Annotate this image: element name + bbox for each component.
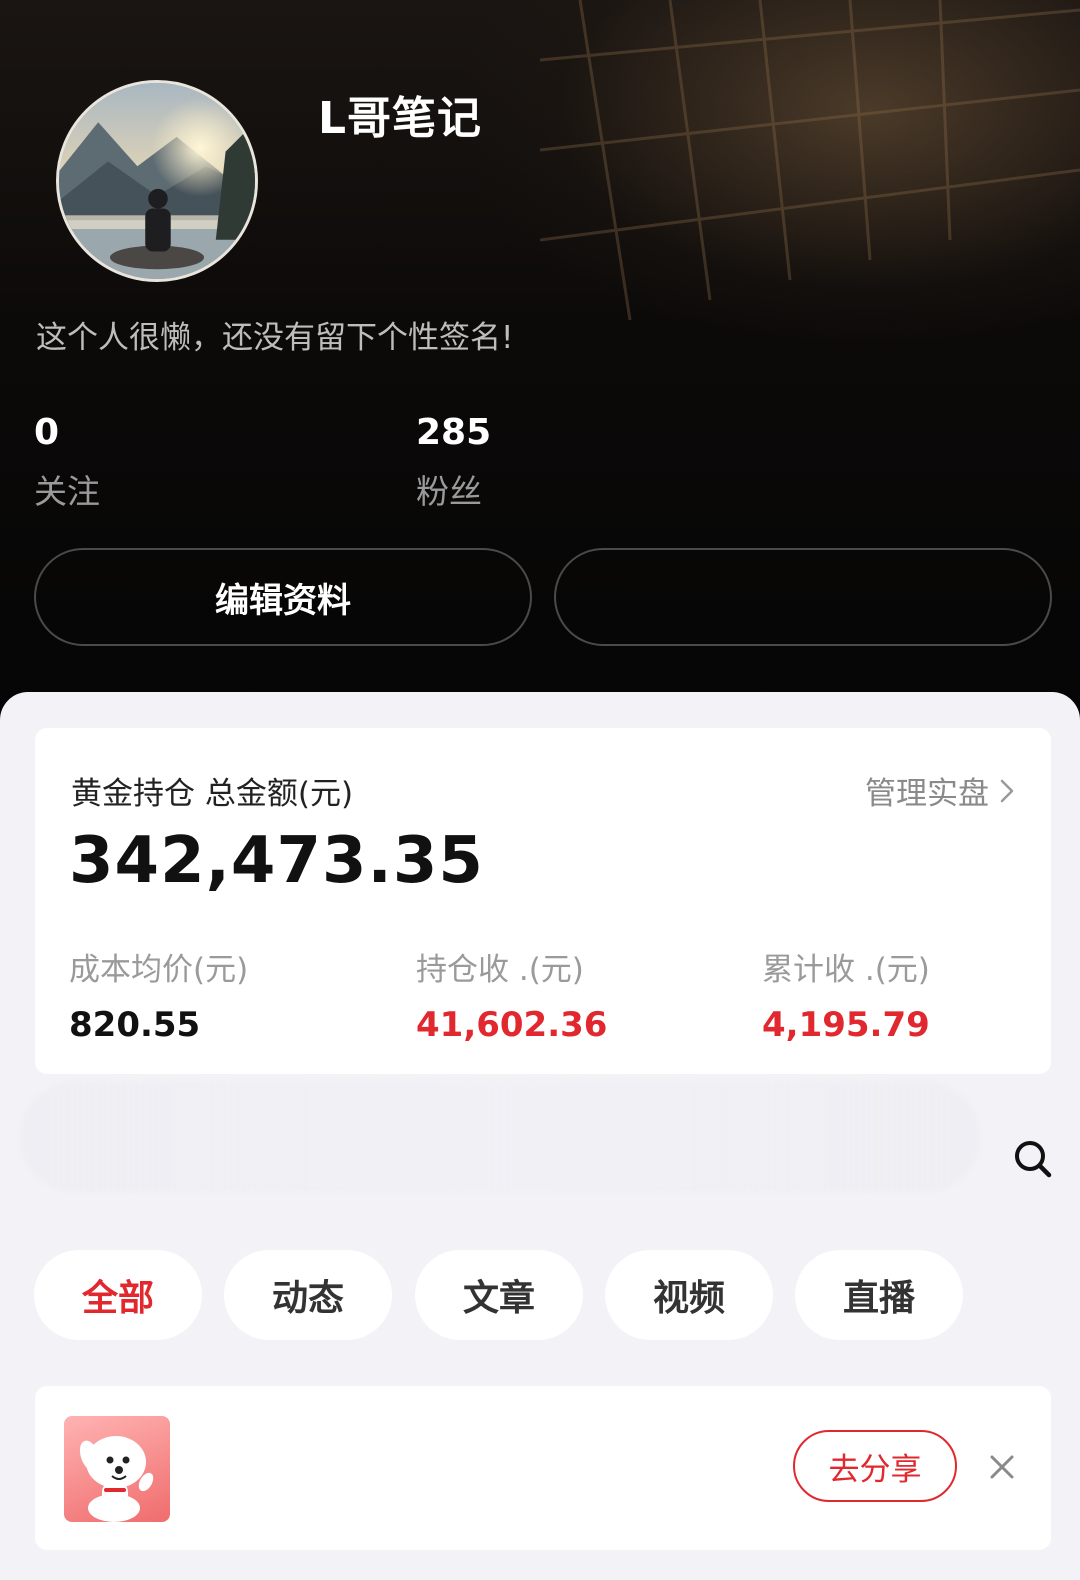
metric-label: 累计收 .(元) [762,952,930,988]
avatar-image [59,83,255,279]
tab-articles[interactable]: 文章 [415,1250,583,1340]
metric-value: 4,195.79 [762,1005,930,1045]
metric-cumulative-profit: 累计收 .(元) 4,195.79 [762,944,930,1045]
metric-avg-cost: 成本均价(元) 820.55 [69,944,248,1045]
stat-label: 关注 [34,472,100,511]
stat-following[interactable]: 0 关注 [34,412,100,513]
metric-position-profit: 持仓收 .(元) 41,602.36 [416,944,607,1045]
stat-value: 285 [416,412,492,453]
blurred-search-bar [20,1082,980,1192]
share-banner: 去分享 [35,1386,1051,1550]
metric-label: 持仓收 .(元) [416,952,584,988]
avatar[interactable] [56,80,258,282]
search-icon [1015,1141,1052,1178]
close-icon [990,1455,1014,1479]
search-button[interactable] [1010,1136,1056,1182]
manage-label: 管理实盘 [865,776,989,812]
close-button[interactable] [985,1450,1019,1484]
share-button[interactable]: 去分享 [793,1430,957,1502]
tab-posts[interactable]: 动态 [224,1250,392,1340]
bio-text: 这个人很懒，还没有留下个性签名! [36,320,514,356]
stat-label: 粉丝 [416,472,482,511]
chevron-right-icon [1000,779,1014,802]
gold-holdings-card: 黄金持仓 总金额(元) 管理实盘 342,473.35 成本均价(元) 820.… [35,728,1051,1074]
jd-dog-logo [64,1416,170,1522]
tab-live[interactable]: 直播 [795,1250,963,1340]
manage-real-account-link[interactable]: 管理实盘 [865,768,1015,813]
edit-profile-button[interactable]: 编辑资料 [34,548,532,646]
metric-value: 41,602.36 [416,1005,608,1045]
total-amount: 342,473.35 [69,824,484,898]
background-shelves [540,0,1080,320]
profile-header: L哥笔记 这个人很懒，还没有留下个性签名! 0 关注 285 粉丝 编辑资料 [0,0,1080,720]
card-title: 黄金持仓 总金额(元) [71,776,354,812]
metric-value: 820.55 [69,1005,201,1045]
username: L哥笔记 [318,93,483,144]
metric-label: 成本均价(元) [69,952,249,988]
secondary-button[interactable] [554,548,1052,646]
stat-value: 0 [34,412,60,453]
tab-videos[interactable]: 视频 [605,1250,773,1340]
stat-fans[interactable]: 285 粉丝 [416,412,491,513]
tab-all[interactable]: 全部 [34,1250,202,1340]
